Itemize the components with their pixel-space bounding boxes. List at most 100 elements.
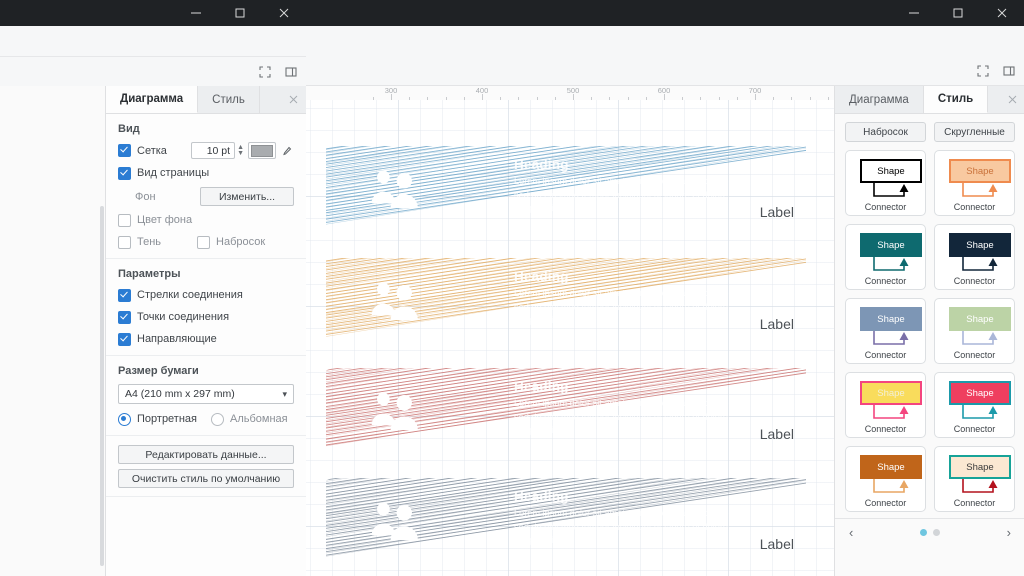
style-preset-card[interactable]: Shape Connector xyxy=(845,372,926,438)
preset-connector-arrow xyxy=(860,331,922,349)
pager-next-icon[interactable]: › xyxy=(1007,525,1011,540)
style-panel-tabs: Диаграмма Стиль xyxy=(835,86,1024,114)
style-tab-diagram[interactable]: Диаграмма xyxy=(835,86,924,113)
grid-size-stepper[interactable]: ▲ ▼ xyxy=(237,144,244,157)
band-heading: Heading xyxy=(514,489,569,504)
right-toolbar-secondary xyxy=(306,56,1024,86)
fullscreen-icon[interactable] xyxy=(254,61,276,83)
clear-default-style-button[interactable]: Очистить стиль по умолчанию xyxy=(118,469,294,488)
style-preset-card[interactable]: Shape Connector xyxy=(845,150,926,216)
pager-dot[interactable] xyxy=(933,529,940,536)
grid-color-swatch[interactable] xyxy=(248,142,276,159)
style-panel-close-icon[interactable] xyxy=(999,86,1024,113)
maximize-button-right[interactable] xyxy=(936,0,980,26)
edit-data-button[interactable]: Редактировать данные... xyxy=(118,445,294,464)
band-heading: Heading xyxy=(514,157,569,172)
grid-checkbox[interactable] xyxy=(118,144,131,157)
paper-size-value: A4 (210 mm x 297 mm) xyxy=(125,388,235,400)
sketch-checkbox[interactable] xyxy=(197,235,211,249)
background-row: Фон Изменить... xyxy=(118,187,294,206)
preset-connector-label: Connector xyxy=(953,350,996,360)
panel-toggle-icon[interactable] xyxy=(280,61,302,83)
background-color-checkbox[interactable] xyxy=(118,213,131,227)
preset-connector-label: Connector xyxy=(953,276,996,286)
preset-connector-arrow xyxy=(860,405,922,423)
diagram-canvas[interactable]: Heading Lorem ipsum dolor sit amet, conse… xyxy=(306,100,834,576)
fullscreen-icon-right[interactable] xyxy=(972,60,994,82)
preset-connector-arrow xyxy=(949,331,1011,349)
minimize-button-right[interactable] xyxy=(892,0,936,26)
tab-style-label: Стиль xyxy=(212,93,245,106)
guides-checkbox[interactable] xyxy=(118,332,131,346)
paper-size-select[interactable]: A4 (210 mm x 297 mm) ▾ xyxy=(118,384,294,404)
page-view-label: Вид страницы xyxy=(137,167,210,179)
connection-arrows-label: Стрелки соединения xyxy=(137,289,243,301)
style-preset-card[interactable]: Shape Connector xyxy=(845,224,926,290)
panel-toggle-icon-right[interactable] xyxy=(998,60,1020,82)
format-panel-tabs: Диаграмма Стиль xyxy=(106,86,306,114)
diagram-band[interactable]: Heading Lorem ipsum dolor sit amet, conse… xyxy=(326,368,806,452)
ruler-label: 700 xyxy=(748,86,762,95)
pager-dot[interactable] xyxy=(920,529,927,536)
preset-connector-label: Connector xyxy=(953,202,996,212)
panel-close-icon[interactable] xyxy=(280,86,306,113)
band-label: Label xyxy=(759,316,794,332)
preset-connector-label: Connector xyxy=(864,424,907,434)
preset-connector-arrow xyxy=(860,479,922,497)
options-section: Параметры Стрелки соединения Точки соеди… xyxy=(106,259,306,356)
paper-size-section: Размер бумаги A4 (210 mm x 297 mm) ▾ Пор… xyxy=(106,356,306,436)
page-view-checkbox[interactable] xyxy=(118,166,131,180)
style-tab-style[interactable]: Стиль xyxy=(923,86,989,113)
background-color-row: Цвет фона xyxy=(118,212,294,228)
connection-arrows-row: Стрелки соединения xyxy=(118,287,294,303)
left-scrollbar[interactable] xyxy=(100,206,104,566)
orientation-landscape-radio[interactable] xyxy=(211,412,224,426)
connection-points-checkbox[interactable] xyxy=(118,310,131,324)
close-button-right[interactable] xyxy=(980,0,1024,26)
tab-diagram[interactable]: Диаграмма xyxy=(106,86,199,113)
left-window-titlebar xyxy=(0,0,306,26)
band-body-text: Lorem ipsum dolor sit amet, consectetur … xyxy=(514,508,738,545)
background-change-button[interactable]: Изменить... xyxy=(200,187,294,206)
eyedropper-icon[interactable] xyxy=(280,142,294,159)
minimize-button[interactable] xyxy=(174,0,218,26)
diagram-band[interactable]: Heading Lorem ipsum dolor sit amet, conse… xyxy=(326,258,806,342)
style-preset-card[interactable]: Shape Connector xyxy=(934,224,1015,290)
preset-connector-label: Connector xyxy=(864,350,907,360)
band-text-block: Heading Lorem ipsum dolor sit amet, conse… xyxy=(514,269,744,328)
connection-arrows-checkbox[interactable] xyxy=(118,288,131,302)
diagram-band[interactable]: Heading Lorem ipsum dolor sit amet, conse… xyxy=(326,146,806,230)
view-section-title: Вид xyxy=(118,123,140,135)
preset-connector-arrow xyxy=(949,257,1011,275)
band-text-block: Heading Lorem ipsum dolor sit amet, conse… xyxy=(514,379,744,438)
background-color-label: Цвет фона xyxy=(137,214,193,226)
tab-diagram-label: Диаграмма xyxy=(120,93,184,105)
preset-connector-arrow xyxy=(949,479,1011,497)
orientation-portrait-radio[interactable] xyxy=(118,412,131,426)
rounded-style-button[interactable]: Скругленные xyxy=(934,122,1015,142)
style-preset-card[interactable]: Shape Connector xyxy=(845,298,926,364)
close-button[interactable] xyxy=(262,0,306,26)
style-preset-card[interactable]: Shape Connector xyxy=(934,372,1015,438)
preset-shape: Shape xyxy=(949,381,1011,405)
style-preset-card[interactable]: Shape Connector xyxy=(934,446,1015,512)
pager-prev-icon[interactable]: ‹ xyxy=(849,525,853,540)
panel-actions: Редактировать данные... Очистить стиль п… xyxy=(106,436,306,497)
tab-style[interactable]: Стиль xyxy=(198,86,260,113)
sketch-style-button[interactable]: Набросок xyxy=(845,122,926,142)
preset-shape: Shape xyxy=(949,455,1011,479)
shadow-label: Тень xyxy=(137,236,162,248)
left-window: Диаграмма Стиль Вид Сетка 10 pt ▲ ▼ Вид … xyxy=(0,0,307,576)
style-preset-card[interactable]: Shape Connector xyxy=(845,446,926,512)
preset-connector-label: Connector xyxy=(864,202,907,212)
left-toolbar-primary xyxy=(0,26,306,57)
shadow-checkbox[interactable] xyxy=(118,235,131,249)
grid-size-control: 10 pt ▲ ▼ xyxy=(191,142,294,159)
diagram-band[interactable]: Heading Lorem ipsum dolor sit amet, conse… xyxy=(326,478,806,562)
style-preset-card[interactable]: Shape Connector xyxy=(934,298,1015,364)
people-icon xyxy=(368,498,426,542)
maximize-button[interactable] xyxy=(218,0,262,26)
grid-size-input[interactable]: 10 pt xyxy=(191,142,236,159)
style-preset-card[interactable]: Shape Connector xyxy=(934,150,1015,216)
preset-shape: Shape xyxy=(949,159,1011,183)
